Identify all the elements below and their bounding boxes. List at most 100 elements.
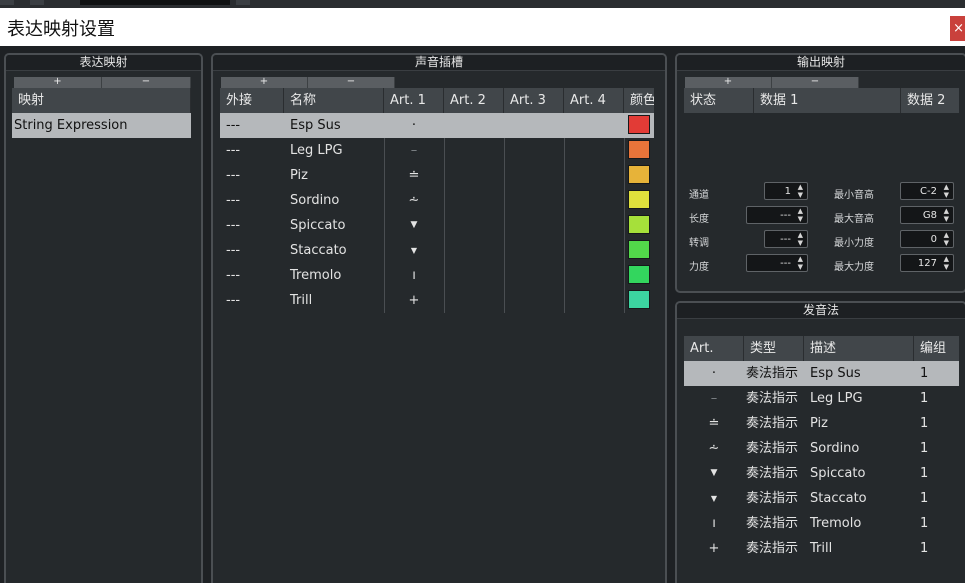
cell-description: Leg LPG — [810, 391, 863, 406]
cell-art1[interactable]: + — [384, 288, 444, 313]
stepper-arrows-icon[interactable]: ▲ ▼ — [798, 183, 803, 199]
column-description[interactable]: 描述 — [804, 336, 914, 361]
add-map-button[interactable]: + — [14, 77, 102, 88]
column-art3[interactable]: Art. 3 — [504, 88, 564, 113]
table-row[interactable]: ⩪ 奏法指示 Sordino 1 — [684, 436, 959, 461]
color-swatch[interactable] — [628, 140, 650, 159]
color-swatch[interactable] — [628, 215, 650, 234]
table-row[interactable]: --- Piz ≐ — [220, 163, 654, 188]
column-group[interactable]: 编组 — [914, 336, 959, 361]
cell-group: 1 — [920, 366, 929, 381]
column-type[interactable]: 类型 — [744, 336, 804, 361]
stepper-arrows-icon[interactable]: ▲ ▼ — [944, 183, 949, 199]
table-row[interactable]: · 奏法指示 Esp Sus 1 — [684, 361, 959, 386]
cell-art1[interactable]: · — [384, 113, 444, 138]
column-color[interactable]: 颜色 — [624, 88, 654, 113]
column-map[interactable]: 映射 — [12, 88, 191, 113]
output-mapping-table-header: 状态 数据 1 数据 2 — [684, 88, 959, 113]
toolbar-icon[interactable] — [236, 0, 250, 5]
cell-art1[interactable]: ı — [384, 263, 444, 288]
cell-description: Staccato — [810, 491, 867, 506]
cell-description: Tremolo — [810, 516, 862, 531]
table-row[interactable]: + 奏法指示 Trill 1 — [684, 536, 959, 561]
length-value: --- — [780, 210, 791, 221]
cell-art1[interactable]: ▼ — [384, 238, 444, 263]
column-art4[interactable]: Art. 4 — [564, 88, 624, 113]
cell-group: 1 — [920, 416, 929, 431]
stepper-arrows-icon[interactable]: ▲ ▼ — [798, 255, 803, 271]
column-art1[interactable]: Art. 1 — [384, 88, 444, 113]
column-status[interactable]: 状态 — [684, 88, 754, 113]
remove-output-button[interactable]: − — [772, 77, 859, 88]
cell-art1[interactable]: – — [384, 138, 444, 163]
color-swatch[interactable] — [628, 165, 650, 184]
table-row[interactable]: ▼ 奏法指示 Staccato 1 — [684, 486, 959, 511]
cell-art1[interactable]: ▼ — [384, 213, 444, 238]
min-pitch-value: C-2 — [920, 186, 937, 197]
color-swatch[interactable] — [628, 190, 650, 209]
color-swatch[interactable] — [628, 240, 650, 259]
stepper-arrows-icon[interactable]: ▲ ▼ — [944, 231, 949, 247]
add-output-button[interactable]: + — [685, 77, 772, 88]
table-row[interactable]: --- Sordino ⩪ — [220, 188, 654, 213]
cell-name: Tremolo — [290, 268, 342, 283]
stepper-arrows-icon[interactable]: ▲ ▼ — [798, 231, 803, 247]
table-row[interactable]: --- Leg LPG – — [220, 138, 654, 163]
add-slot-button[interactable]: + — [221, 77, 308, 88]
sound-slots-header: 声音插槽 — [213, 55, 665, 71]
min-pitch-stepper[interactable]: C-2 ▲ ▼ — [900, 182, 954, 200]
sound-slots-panel: 声音插槽 + − 外接 名称 Art. 1 Art. 2 Art. 3 Art.… — [211, 53, 667, 583]
column-art[interactable]: Art. — [684, 336, 744, 361]
table-row[interactable]: --- Trill + — [220, 288, 654, 313]
max-pitch-stepper[interactable]: G8 ▲ ▼ — [900, 206, 954, 224]
column-remote[interactable]: 外接 — [220, 88, 284, 113]
color-swatch[interactable] — [628, 115, 650, 134]
cell-group: 1 — [920, 391, 929, 406]
stepper-arrows-icon[interactable]: ▲ ▼ — [798, 207, 803, 223]
column-name[interactable]: 名称 — [284, 88, 384, 113]
cell-group: 1 — [920, 441, 929, 456]
velocity-stepper[interactable]: --- ▲ ▼ — [746, 254, 808, 272]
cell-type: 奏法指示 — [746, 366, 799, 381]
table-row[interactable]: ı 奏法指示 Tremolo 1 — [684, 511, 959, 536]
column-data2[interactable]: 数据 2 — [901, 88, 959, 113]
table-row[interactable]: --- Esp Sus · — [220, 113, 654, 138]
length-label: 长度 — [689, 214, 709, 225]
close-button[interactable]: × — [950, 16, 965, 41]
table-row[interactable]: ▼ 奏法指示 Spiccato 1 — [684, 461, 959, 486]
length-stepper[interactable]: --- ▲ ▼ — [746, 206, 808, 224]
column-data1[interactable]: 数据 1 — [754, 88, 901, 113]
cell-name: Spiccato — [290, 218, 346, 233]
color-swatch[interactable] — [628, 265, 650, 284]
color-swatch[interactable] — [628, 290, 650, 309]
channel-stepper[interactable]: 1 ▲ ▼ — [764, 182, 808, 200]
table-row[interactable]: --- Tremolo ı — [220, 263, 654, 288]
stepper-arrows-icon[interactable]: ▲ ▼ — [944, 207, 949, 223]
table-row[interactable]: --- Staccato ▼ — [220, 238, 654, 263]
cell-art1[interactable]: ≐ — [384, 163, 444, 188]
max-velocity-label: 最大力度 — [834, 262, 874, 273]
cell-remote: --- — [226, 268, 241, 283]
table-row[interactable]: ≐ 奏法指示 Piz 1 — [684, 411, 959, 436]
table-row[interactable]: – 奏法指示 Leg LPG 1 — [684, 386, 959, 411]
map-name: String Expression — [14, 118, 128, 133]
cell-art: – — [710, 391, 718, 406]
list-item[interactable]: String Expression — [12, 113, 191, 138]
cell-art1[interactable]: ⩪ — [384, 188, 444, 213]
toolbar-icon[interactable] — [30, 0, 44, 5]
articulations-table-header: Art. 类型 描述 编组 — [684, 336, 959, 361]
toolbar-field[interactable] — [80, 0, 230, 5]
min-velocity-label: 最小力度 — [834, 238, 874, 249]
cell-type: 奏法指示 — [746, 391, 799, 406]
toolbar-icon[interactable] — [0, 0, 14, 5]
remove-slot-button[interactable]: − — [308, 77, 395, 88]
transpose-stepper[interactable]: --- ▲ ▼ — [764, 230, 808, 248]
column-art2[interactable]: Art. 2 — [444, 88, 504, 113]
output-mapping-add-remove: + − — [685, 77, 859, 88]
articulations-panel: 发音法 Art. 类型 描述 编组 · 奏法指示 Esp Sus 1 – 奏法指… — [675, 301, 965, 583]
min-velocity-stepper[interactable]: 0 ▲ ▼ — [900, 230, 954, 248]
table-row[interactable]: --- Spiccato ▼ — [220, 213, 654, 238]
max-velocity-stepper[interactable]: 127 ▲ ▼ — [900, 254, 954, 272]
stepper-arrows-icon[interactable]: ▲ ▼ — [944, 255, 949, 271]
remove-map-button[interactable]: − — [102, 77, 191, 88]
